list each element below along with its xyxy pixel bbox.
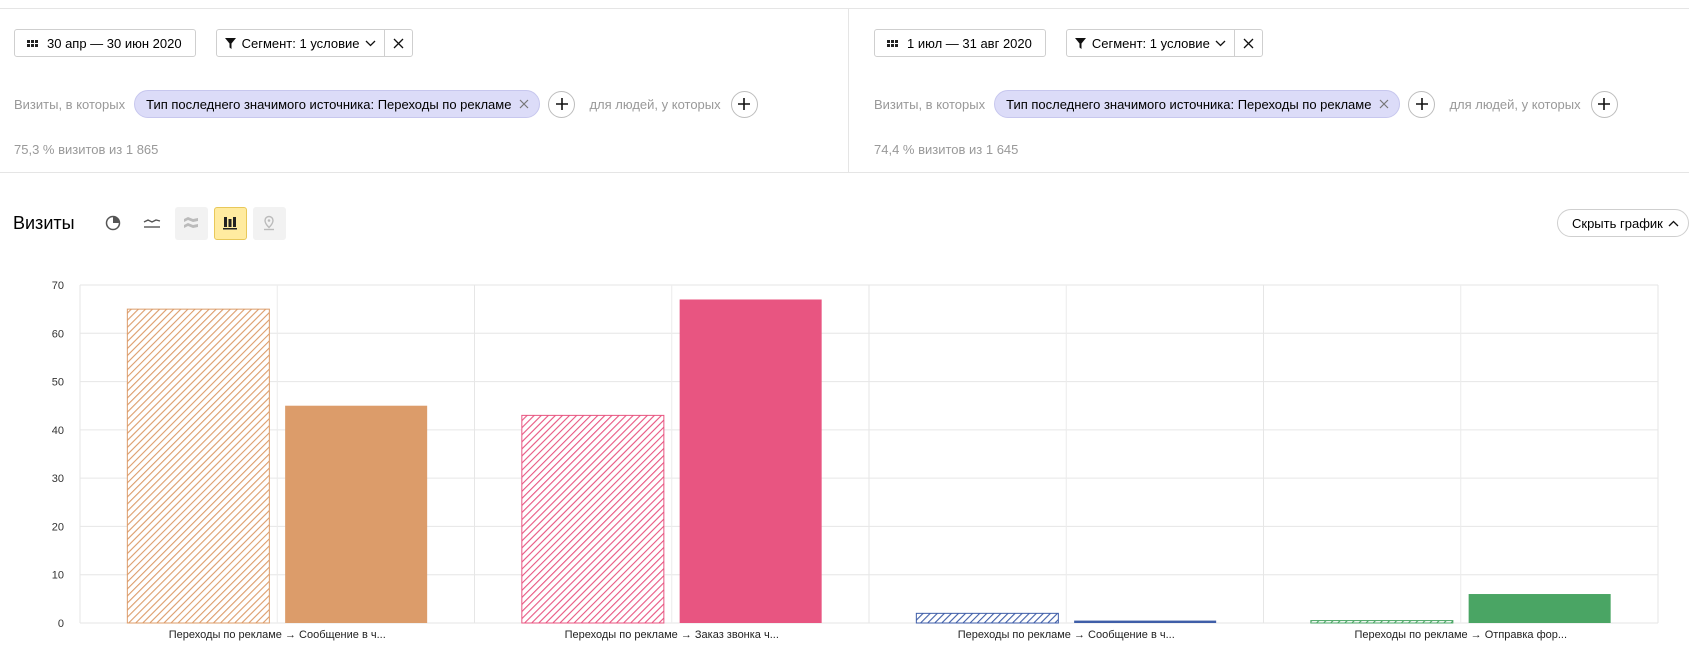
condition-chip[interactable]: Тип последнего значимого источника: Пере… xyxy=(994,90,1401,118)
y-tick-label: 30 xyxy=(52,473,64,485)
y-tick-label: 20 xyxy=(52,521,64,533)
chart-title: Визиты xyxy=(13,212,75,233)
y-tick-label: 50 xyxy=(52,377,64,389)
x-tick-label: Переходы по рекламе → Сообщение в ч... xyxy=(169,629,386,641)
x-tick-label: Переходы по рекламе → Сообщение в ч... xyxy=(958,629,1175,641)
segments-panel: 30 апр — 30 июн 2020 Сегмент: 1 условие … xyxy=(0,8,1689,173)
filter-icon xyxy=(224,37,236,49)
add-people-condition-button[interactable] xyxy=(730,90,758,118)
add-condition-button[interactable] xyxy=(548,90,576,118)
segment-panel-1: 30 апр — 30 июн 2020 Сегмент: 1 условие … xyxy=(0,9,849,173)
filter-icon xyxy=(1074,37,1086,49)
people-text: для людей, у которых xyxy=(1449,96,1581,112)
visits-bar-chart: 0 10 20 30 40 50 60 70 Переходы по рекламе → Соо… xyxy=(52,280,1659,641)
y-tick-label: 40 xyxy=(52,425,64,437)
bar xyxy=(521,414,665,624)
segment-button-1[interactable]: Сегмент: 1 условие xyxy=(215,29,413,57)
people-text: для людей, у которых xyxy=(589,96,721,112)
condition-chip[interactable]: Тип последнего значимого источника: Пере… xyxy=(134,90,541,118)
date-range-label: 30 апр — 30 июн 2020 xyxy=(47,35,182,51)
visits-prefix-text: Визиты, в которых xyxy=(874,96,986,112)
plus-icon xyxy=(555,98,568,110)
condition-label: Тип последнего значимого источника: Пере… xyxy=(146,96,512,112)
close-icon[interactable] xyxy=(519,99,529,109)
bar xyxy=(1468,594,1611,623)
x-tick-label: Переходы по рекламе → Отправка фор... xyxy=(1354,629,1567,641)
bar-chart-button[interactable] xyxy=(213,206,247,240)
plus-icon xyxy=(738,98,751,110)
bar xyxy=(1310,620,1454,624)
y-tick-label: 10 xyxy=(52,570,64,582)
add-condition-button[interactable] xyxy=(1408,90,1436,118)
remove-segment-button[interactable] xyxy=(383,30,412,56)
date-range-button-1[interactable]: 30 апр — 30 июн 2020 xyxy=(14,29,196,57)
calendar-grid-icon xyxy=(27,39,38,47)
segment-dropdown[interactable]: Сегмент: 1 условие xyxy=(1067,30,1234,56)
segment-share-text: 74,4 % визитов из 1 645 xyxy=(874,142,1019,157)
map-icon xyxy=(264,215,275,231)
bar xyxy=(1074,620,1217,623)
bar-chart-icon xyxy=(223,217,238,230)
plus-icon xyxy=(1415,98,1428,110)
segment-share-text: 75,3 % визитов из 1 865 xyxy=(14,142,159,157)
segment-dropdown[interactable]: Сегмент: 1 условие xyxy=(217,30,384,56)
line-chart-button[interactable] xyxy=(136,207,169,240)
chevron-up-icon xyxy=(1668,220,1679,226)
close-icon xyxy=(393,38,404,48)
y-tick-label: 60 xyxy=(52,328,64,340)
chevron-down-icon xyxy=(365,40,376,46)
y-tick-label: 0 xyxy=(58,618,64,630)
area-chart-button[interactable] xyxy=(174,206,208,240)
segment-label: Сегмент: 1 условие xyxy=(1091,35,1210,51)
condition-label: Тип последнего значимого источника: Пере… xyxy=(1006,96,1372,112)
visits-prefix-text: Визиты, в которых xyxy=(14,96,126,112)
segment-panel-2: 1 июл — 31 авг 2020 Сегмент: 1 условие В… xyxy=(860,9,1689,173)
date-range-label: 1 июл — 31 авг 2020 xyxy=(907,35,1032,51)
bar xyxy=(126,308,270,624)
hide-chart-button[interactable]: Скрыть график xyxy=(1557,209,1689,237)
segment-label: Сегмент: 1 условие xyxy=(241,35,360,51)
bar xyxy=(285,405,428,623)
x-tick-label: Переходы по рекламе → Заказ звонка ч... xyxy=(565,629,779,641)
plus-icon xyxy=(1598,98,1611,110)
chart-header: Визиты xyxy=(13,206,292,240)
hide-chart-label: Скрыть график xyxy=(1572,215,1663,231)
map-button[interactable] xyxy=(252,206,286,240)
close-icon[interactable] xyxy=(1379,99,1389,109)
pie-chart-icon xyxy=(105,215,121,231)
close-icon xyxy=(1243,38,1254,48)
segment-button-2[interactable]: Сегмент: 1 условие xyxy=(1065,29,1263,57)
remove-segment-button[interactable] xyxy=(1233,30,1262,56)
area-chart-icon xyxy=(184,217,199,228)
add-people-condition-button[interactable] xyxy=(1590,90,1618,118)
y-tick-label: 70 xyxy=(52,280,64,292)
bar xyxy=(915,612,1059,624)
calendar-grid-icon xyxy=(887,39,898,47)
date-range-button-2[interactable]: 1 июл — 31 авг 2020 xyxy=(874,29,1046,57)
chevron-down-icon xyxy=(1215,40,1226,46)
bar xyxy=(679,299,822,623)
pie-chart-button[interactable] xyxy=(97,207,130,240)
line-chart-icon xyxy=(143,219,161,228)
